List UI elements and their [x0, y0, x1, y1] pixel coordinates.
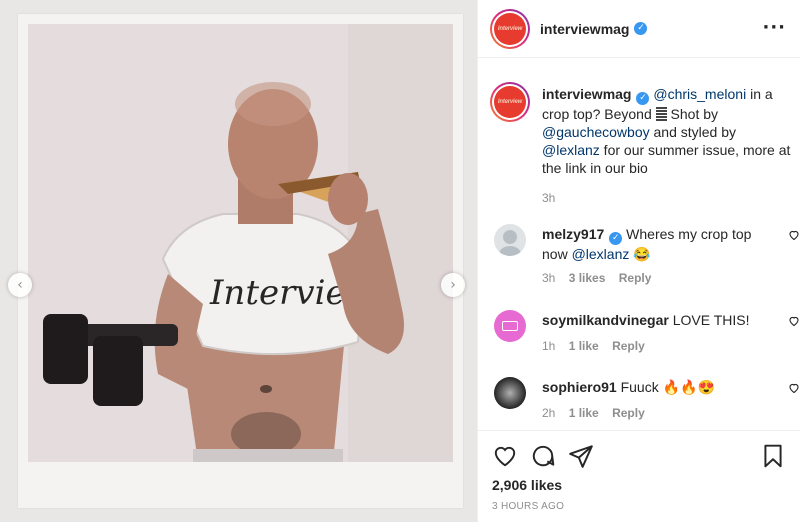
comment-username[interactable]: melzy917: [542, 226, 604, 242]
like-comment-heart-icon[interactable]: [788, 315, 800, 327]
next-photo-button[interactable]: ›: [441, 273, 465, 297]
post-media: Interview ‹ ›: [0, 0, 478, 522]
comment-meta: 1h 1 like Reply: [542, 339, 645, 353]
post-time-ago[interactable]: 3 HOURS AGO: [492, 501, 564, 512]
previous-photo-button[interactable]: ‹: [8, 273, 32, 297]
save-bookmark-icon[interactable]: [760, 443, 786, 469]
comment-time[interactable]: 1h: [542, 339, 555, 353]
comment-fragment: Fuuck: [620, 379, 663, 395]
caption-fragment: and styled by: [649, 124, 737, 140]
mention-link[interactable]: @lexlanz: [542, 142, 600, 158]
mention-link[interactable]: @chris_meloni: [653, 86, 746, 102]
commenter-avatar[interactable]: [494, 310, 526, 342]
reply-button[interactable]: Reply: [612, 406, 645, 420]
comment-likes-count[interactable]: 1 like: [569, 406, 599, 420]
chevron-left-icon: ‹: [17, 277, 23, 293]
post-header: Interview interviewmag ✓ ···: [478, 0, 800, 58]
comment-fragment: LOVE THIS!: [672, 312, 750, 328]
mention-link[interactable]: @lexlanz: [572, 246, 630, 262]
comment-time[interactable]: 3h: [542, 271, 555, 285]
comment-meta: 2h 1 like Reply: [542, 406, 645, 420]
comment-time[interactable]: 2h: [542, 406, 555, 420]
comment-meta: 3h 3 likes Reply: [542, 271, 651, 285]
caption-avatar-logo-text: Interview: [494, 86, 526, 118]
mention-link[interactable]: @gauchecowboy: [542, 124, 650, 140]
avatar-logo-text: Interview: [494, 12, 526, 45]
comments-section: Interview interviewmag ✓ @chris_meloni in…: [478, 59, 800, 429]
like-comment-heart-icon[interactable]: [788, 229, 800, 241]
comment-username[interactable]: soymilkandvinegar: [542, 312, 669, 328]
more-options-icon[interactable]: ···: [762, 17, 786, 38]
post-sidebar: Interview interviewmag ✓ ··· Interview i…: [478, 0, 800, 522]
verified-badge-icon: ✓: [609, 232, 623, 245]
fire-heart-eyes-emoji-icon: 🔥🔥😍: [662, 379, 715, 395]
commenter-avatar[interactable]: [494, 377, 526, 409]
comment-username[interactable]: sophiero91: [542, 379, 617, 395]
reply-button[interactable]: Reply: [612, 339, 645, 353]
instagram-post: Interview ‹ › Interview interviewmag ✓ ·…: [0, 0, 800, 522]
comment-text: soymilkandvinegar LOVE THIS!: [542, 311, 766, 329]
flag-emoji-icon: [655, 107, 667, 121]
reply-button[interactable]: Reply: [619, 271, 652, 285]
caption-avatar[interactable]: Interview: [490, 82, 530, 122]
caption-fragment: Shot by: [666, 106, 719, 122]
laughing-emoji-icon: 😂: [633, 246, 651, 262]
comment-likes-count[interactable]: 1 like: [569, 339, 599, 353]
polaroid-frame: Interview: [18, 14, 463, 508]
like-heart-icon[interactable]: [492, 443, 518, 469]
commenter-avatar[interactable]: [494, 224, 526, 256]
post-actions: 2,906 likes 3 HOURS AGO: [478, 430, 800, 522]
post-photo[interactable]: Interview: [28, 24, 453, 462]
share-paper-plane-icon[interactable]: [568, 443, 594, 469]
caption-username[interactable]: interviewmag: [542, 86, 631, 102]
comment-likes-count[interactable]: 3 likes: [569, 271, 606, 285]
author-username[interactable]: interviewmag: [540, 21, 629, 37]
chevron-right-icon: ›: [450, 277, 456, 293]
comment-bubble-icon[interactable]: [530, 443, 556, 469]
caption-text: interviewmag ✓ @chris_meloni in a crop to…: [542, 85, 796, 207]
post-likes-count[interactable]: 2,906 likes: [492, 477, 562, 493]
photo-illustration: Interview: [28, 24, 453, 462]
caption-meta: 3h: [542, 189, 796, 207]
caption-time[interactable]: 3h: [542, 191, 555, 205]
comment-text: melzy917 ✓ Wheres my crop top now @lexlan…: [542, 225, 766, 263]
like-comment-heart-icon[interactable]: [788, 382, 800, 394]
verified-badge-icon: ✓: [636, 92, 650, 105]
verified-badge-icon: ✓: [634, 22, 648, 35]
author-avatar[interactable]: Interview: [490, 8, 530, 49]
comment-text: sophiero91 Fuuck 🔥🔥😍: [542, 378, 766, 396]
